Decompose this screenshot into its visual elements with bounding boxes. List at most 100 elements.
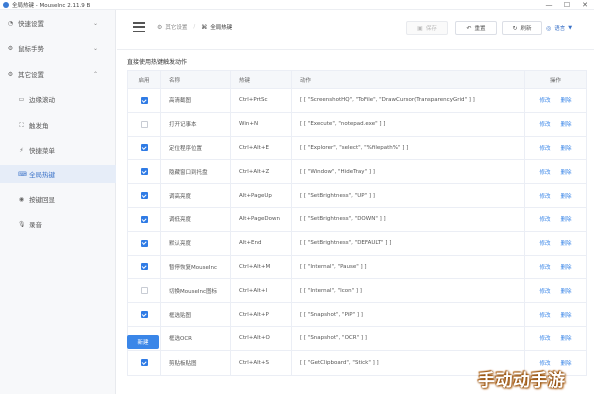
undo-icon: ↶ [466,24,472,32]
table-row: 暂停恢复MouseInc Ctrl+Alt+M[ [ "Internal", "P… [128,255,586,280]
save-button[interactable]: ▣ 保存 [406,21,448,35]
breadcrumb: ⚙ 其它设置 / ⌘ 全局热键 [157,23,232,32]
minimize-button[interactable]: — [540,0,558,10]
delete-link[interactable]: 删除 [561,168,572,176]
action-cell: [ [ "ScreenshotHQ", "ToFile", "DrawCurso… [291,89,524,112]
chevron-down-icon: ⌄ [92,44,98,52]
sidebar-item-quick-settings[interactable]: ◔ 快速设置 ⌄ [0,14,116,32]
main-content: 直接使用热键触发动作 启用 名称 热键 动作 操作 高清截图 Ctrl+PrtSc… [117,51,594,394]
delete-link[interactable]: 删除 [561,263,572,271]
maximize-button[interactable]: ☐ [558,0,576,10]
close-button[interactable]: ✕ [576,0,594,10]
sidebar-item-mouse-gestures[interactable]: ⚙ 鼠标手势 ⌄ [0,39,116,57]
sidebar-item-label: 鼠标手势 [18,45,44,53]
name-cell: 暂停恢复MouseInc [160,255,230,279]
chevron-down-icon: ⌄ [92,19,98,27]
reset-button-label: 重置 [474,26,486,32]
sidebar-item-label: 按键回显 [29,196,55,204]
edit-link[interactable]: 修改 [539,215,550,223]
enabled-cell [128,351,160,375]
hotkey-cell: Win+N [230,112,291,136]
enabled-checkbox[interactable] [140,144,148,152]
window-title: 全局热键 - MouseInc 2.11.9 B [12,2,91,9]
name-cell: 默认亮度 [160,231,230,255]
lightning-icon: ⚡ [19,146,24,154]
sidebar-item-label: 触发角 [29,122,49,130]
sidebar-item-recording[interactable]: 🎙 录音 [0,215,116,233]
sidebar-item-hot-corners[interactable]: ⛶ 触发角 [0,116,116,134]
sidebar-item-quick-menu[interactable]: ⚡ 快捷菜单 [0,141,116,159]
edit-link[interactable]: 修改 [539,239,550,247]
edit-link[interactable]: 修改 [539,334,550,342]
action-cell: [ [ "SetBrightness", "DOWN" ] ] [291,207,524,231]
name-cell: 隐藏窗口到托盘 [160,160,230,184]
language-selector[interactable]: ◎ 语言 ▼ [546,21,572,35]
enabled-cell [128,184,160,207]
watermark-logo: 手动动手游 [478,371,566,391]
delete-link[interactable]: 删除 [561,215,572,223]
sidebar-item-global-hotkeys[interactable]: ⌨ 全局热键 [0,165,116,183]
table-row: 定位程序位置 Ctrl+Alt+E[ [ "Explorer", "select"… [128,136,586,161]
enabled-checkbox[interactable] [140,215,148,223]
sidebar-item-other-settings[interactable]: ⚙ 其它设置 ⌃ [0,65,116,83]
sidebar-item-edge-scroll[interactable]: ▭ 边缘滚动 [0,90,116,108]
action-cell: [ [ "Internal", "Icon" ] ] [291,279,524,303]
table-row: 框选贴图 Ctrl+Alt+P[ [ "Snapshot", "PiP" ] ] 修… [128,303,586,327]
enabled-cell [128,89,160,112]
name-cell: 定位程序位置 [160,136,230,160]
reset-button[interactable]: ↶ 重置 [455,21,497,35]
delete-link[interactable]: 删除 [561,311,572,319]
delete-link[interactable]: 删除 [561,239,572,247]
table-row: 默认亮度 Alt+End[ [ "SetBrightness", "DEFAULT… [128,231,586,256]
delete-link[interactable]: 删除 [561,287,572,295]
operation-cell: 修改 删除 [524,112,586,136]
enabled-cell [128,303,160,326]
enabled-checkbox[interactable] [140,263,148,271]
operation-cell: 修改 删除 [524,303,586,326]
enabled-checkbox[interactable] [140,239,148,247]
sidebar-item-label: 录音 [29,221,42,229]
edit-link[interactable]: 修改 [539,192,550,200]
name-cell: 剪贴板贴图 [160,350,230,375]
enabled-checkbox[interactable] [140,96,148,104]
column-name: 名称 [160,71,230,88]
edit-link[interactable]: 修改 [539,168,550,176]
enabled-checkbox[interactable] [140,192,148,200]
new-hotkey-button[interactable]: 新建 [127,335,159,349]
delete-link[interactable]: 删除 [561,144,572,152]
delete-link[interactable]: 删除 [561,334,572,342]
sidebar-item-key-echo[interactable]: ◉ 按键回显 [0,190,116,208]
enabled-checkbox[interactable] [140,168,148,176]
table-row: 隐藏窗口到托盘 Ctrl+Alt+Z[ [ "Window", "HideTray… [128,160,586,185]
action-cell: [ [ "Snapshot", "PiP" ] ] [291,303,524,326]
globe-icon: ◎ [546,24,552,32]
hotkey-icon: ⌘ [201,23,208,31]
hotkey-cell: Ctrl+Alt+M [230,255,291,279]
edit-link[interactable]: 修改 [539,263,550,271]
action-cell: [ [ "Window", "HideTray" ] ] [291,160,524,184]
action-cell: [ [ "Explorer", "select", "%filepath%" ]… [291,136,524,160]
microphone-icon: 🎙 [18,220,26,228]
enabled-checkbox[interactable] [140,287,148,295]
column-hotkey: 热键 [230,71,291,88]
delete-link[interactable]: 删除 [561,96,572,104]
operation-cell: 修改 删除 [524,231,586,255]
edit-link[interactable]: 修改 [539,96,550,104]
refresh-button[interactable]: ↻ 刷新 [502,21,542,35]
edit-link[interactable]: 修改 [539,311,550,319]
hotkey-cell: Alt+PageDown [230,207,291,231]
table-row: 框选OCR Ctrl+Alt+O[ [ "Snapshot", "OCR" ] ]… [128,326,586,351]
hotkey-cell: Ctrl+Alt+E [230,136,291,160]
enabled-checkbox[interactable] [140,311,148,319]
breadcrumb-parent[interactable]: 其它设置 [165,23,187,31]
edit-link[interactable]: 修改 [539,120,550,128]
enabled-checkbox[interactable] [140,359,148,367]
name-cell: 调高亮度 [160,184,230,207]
edit-link[interactable]: 修改 [539,144,550,152]
table-row: 打开记事本 Win+N[ [ "Execute", "notepad.exe" ]… [128,112,586,137]
enabled-checkbox[interactable] [140,120,148,128]
delete-link[interactable]: 删除 [561,192,572,200]
delete-link[interactable]: 删除 [561,120,572,128]
menu-toggle-icon[interactable] [133,22,145,32]
edit-link[interactable]: 修改 [539,287,550,295]
